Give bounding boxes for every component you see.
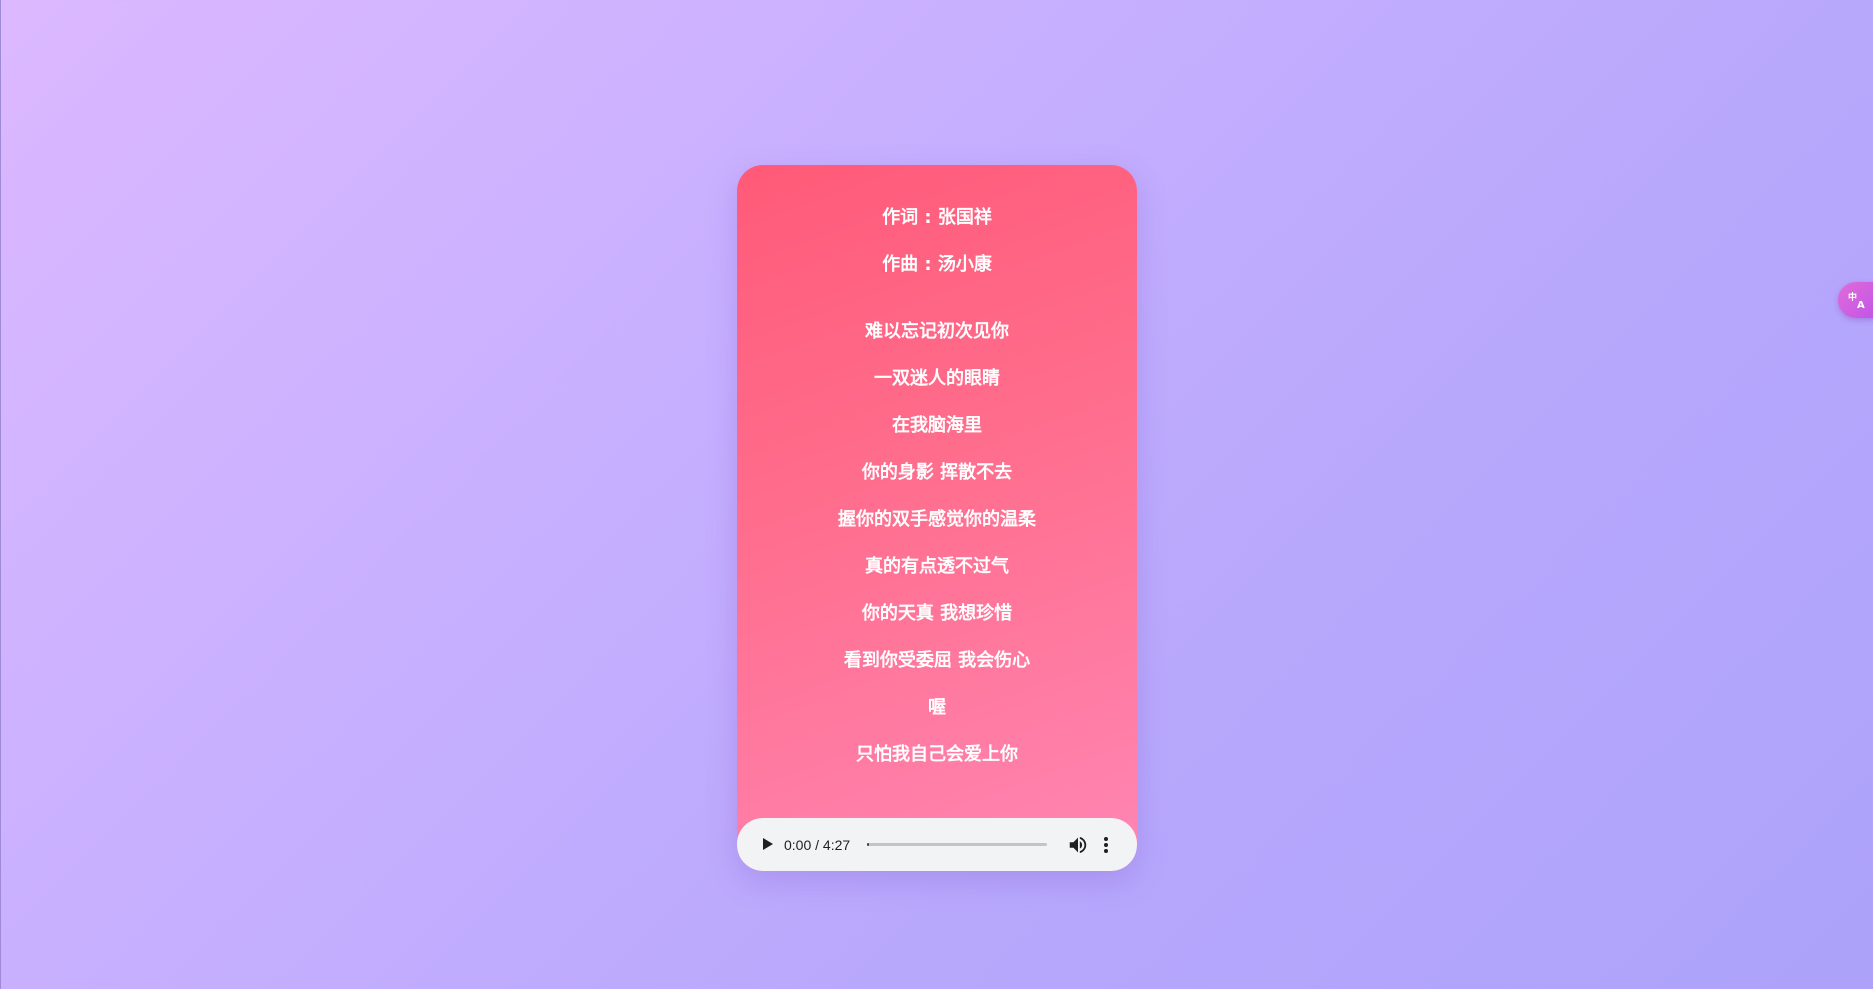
- translate-extension-button[interactable]: 中 A: [1838, 282, 1873, 318]
- lyric-line: 只怕我自己会爱上你: [856, 744, 1018, 765]
- play-button[interactable]: [757, 834, 777, 854]
- lyric-line: 看到你受委屈 我会伤心: [843, 650, 1031, 671]
- svg-text:A: A: [1857, 300, 1865, 310]
- lyric-line: 在我脑海里: [892, 415, 982, 436]
- lyric-line: 一双迷人的眼睛: [874, 368, 1000, 389]
- lyric-line: 握你的双手感觉你的温柔: [838, 509, 1036, 530]
- lyric-line: 你的天真 我想珍惜: [861, 603, 1013, 624]
- volume-button[interactable]: [1067, 834, 1089, 856]
- seek-bar-progress: [867, 843, 869, 846]
- more-vert-icon: [1104, 837, 1108, 853]
- play-icon: [763, 838, 773, 850]
- seek-bar[interactable]: [867, 843, 1047, 846]
- lyricist-credit: 作词 : 张国祥: [882, 207, 992, 228]
- lyric-line: 你的身影 挥散不去: [861, 462, 1013, 483]
- audio-player: 0:00 / 4:27: [737, 818, 1137, 871]
- lyric-line: 喔: [928, 697, 946, 718]
- lyric-line: 真的有点透不过气: [865, 556, 1009, 577]
- time-display: 0:00 / 4:27: [784, 837, 851, 853]
- translate-icon: 中 A: [1848, 291, 1865, 310]
- page-left-edge: [0, 0, 1, 989]
- more-options-button[interactable]: [1099, 834, 1113, 856]
- volume-icon: [1069, 836, 1087, 854]
- composer-credit: 作曲 : 汤小康: [882, 254, 992, 275]
- lyrics-card: 作词 : 张国祥 作曲 : 汤小康 难以忘记初次见你 一双迷人的眼睛 在我脑海里…: [737, 165, 1137, 871]
- svg-text:中: 中: [1848, 291, 1857, 303]
- lyric-line: 难以忘记初次见你: [865, 321, 1009, 342]
